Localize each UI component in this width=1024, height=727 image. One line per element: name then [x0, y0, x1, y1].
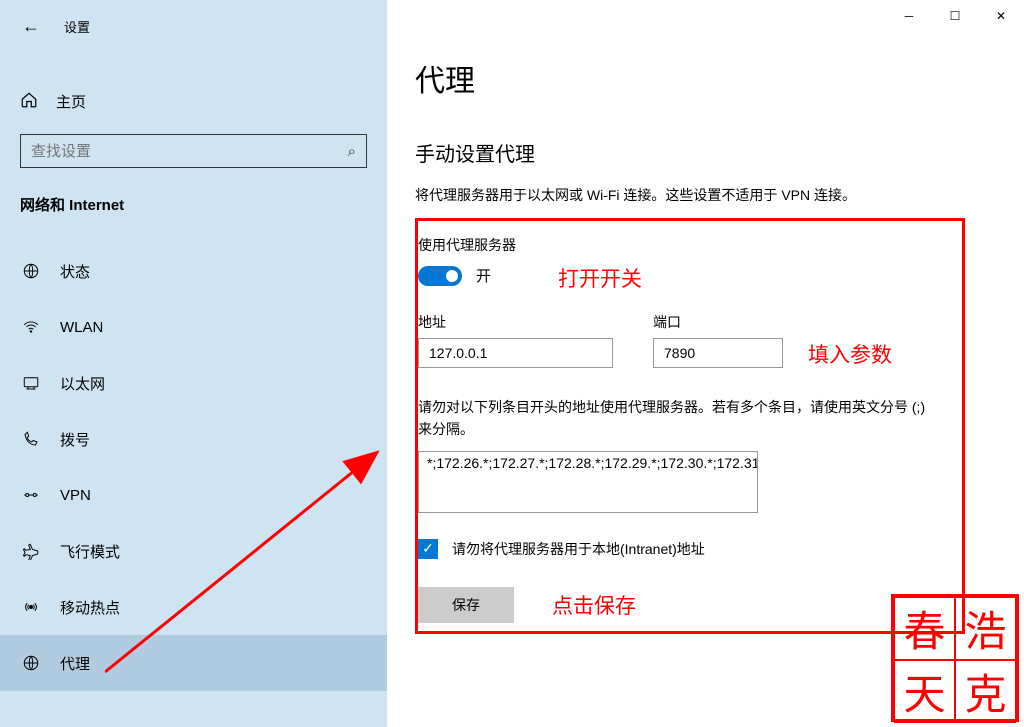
- watermark-char: 天: [894, 660, 955, 723]
- watermark: 春 浩 天 克: [891, 594, 1019, 722]
- ethernet-icon: [20, 374, 42, 392]
- nav-label: 飞行模式: [60, 541, 120, 562]
- back-button[interactable]: ←: [18, 12, 44, 41]
- watermark-char: 春: [894, 597, 955, 660]
- home-label: 主页: [56, 91, 86, 112]
- nav-label: 拨号: [60, 429, 90, 450]
- globe-icon: [20, 262, 42, 280]
- nav-label: 代理: [60, 653, 90, 674]
- home-icon: [20, 91, 38, 112]
- section-description: 将代理服务器用于以太网或 Wi-Fi 连接。这些设置不适用于 VPN 连接。: [415, 185, 1024, 206]
- sidebar-item-home[interactable]: 主页: [0, 83, 387, 120]
- annotation-toggle: 打开开关: [558, 263, 642, 293]
- annotation-params: 填入参数: [808, 339, 892, 369]
- search-input[interactable]: [31, 143, 348, 160]
- sidebar-item-wlan[interactable]: WLAN: [0, 299, 387, 355]
- section-title: 手动设置代理: [415, 138, 1024, 167]
- category-title: 网络和 Internet: [0, 168, 387, 225]
- toggle-knob: [446, 270, 458, 282]
- port-input[interactable]: [653, 338, 783, 368]
- maximize-button[interactable]: ☐: [932, 0, 978, 32]
- settings-title: 设置: [64, 17, 90, 36]
- sidebar-item-dialup[interactable]: 拨号: [0, 411, 387, 467]
- annotation-save: 点击保存: [552, 590, 636, 620]
- exceptions-description: 请勿对以下列条目开头的地址使用代理服务器。若有多个条目，请使用英文分号 (;) …: [418, 396, 928, 441]
- sidebar: ← 设置 主页 ⌕ 网络和 Internet 状态 WLAN 以太网: [0, 0, 387, 727]
- use-proxy-label: 使用代理服务器: [418, 235, 944, 255]
- proxy-toggle[interactable]: [418, 266, 462, 286]
- intranet-label: 请勿将代理服务器用于本地(Intranet)地址: [452, 539, 705, 559]
- sidebar-item-proxy[interactable]: 代理: [0, 635, 387, 691]
- nav-label: 状态: [60, 261, 90, 282]
- annotation-highlight-box: 使用代理服务器 开 打开开关 地址 端口 填入参数 请勿对以下列条目开头的地址使…: [415, 218, 965, 634]
- watermark-char: 克: [955, 660, 1016, 723]
- exceptions-input[interactable]: *;172.26.*;172.27.*;172.28.*;172.29.*;17…: [418, 451, 758, 513]
- sidebar-item-status[interactable]: 状态: [0, 243, 387, 299]
- dialup-icon: [20, 430, 42, 448]
- vpn-icon: [20, 486, 42, 504]
- nav-label: 移动热点: [60, 597, 120, 618]
- nav-label: WLAN: [60, 319, 103, 336]
- sidebar-item-ethernet[interactable]: 以太网: [0, 355, 387, 411]
- close-button[interactable]: ✕: [978, 0, 1024, 32]
- sidebar-item-airplane[interactable]: 飞行模式: [0, 523, 387, 579]
- minimize-button[interactable]: ─: [886, 0, 932, 32]
- toggle-state-label: 开: [476, 265, 491, 286]
- search-icon: ⌕: [348, 143, 356, 160]
- wifi-icon: [20, 318, 42, 336]
- hotspot-icon: [20, 598, 42, 616]
- save-button[interactable]: 保存: [418, 587, 514, 623]
- nav-label: VPN: [60, 487, 91, 504]
- address-label: 地址: [418, 312, 613, 332]
- sidebar-item-hotspot[interactable]: 移动热点: [0, 579, 387, 635]
- port-label: 端口: [653, 312, 783, 332]
- proxy-icon: [20, 654, 42, 672]
- address-input[interactable]: [418, 338, 613, 368]
- nav-label: 以太网: [60, 373, 105, 394]
- watermark-char: 浩: [955, 597, 1016, 660]
- sidebar-item-vpn[interactable]: VPN: [0, 467, 387, 523]
- nav-list: 状态 WLAN 以太网 拨号 VPN 飞行模式: [0, 243, 387, 691]
- titlebar: ─ ☐ ✕: [886, 0, 1024, 32]
- airplane-icon: [20, 542, 42, 560]
- search-box[interactable]: ⌕: [20, 134, 367, 168]
- intranet-checkbox[interactable]: ✓: [418, 539, 438, 559]
